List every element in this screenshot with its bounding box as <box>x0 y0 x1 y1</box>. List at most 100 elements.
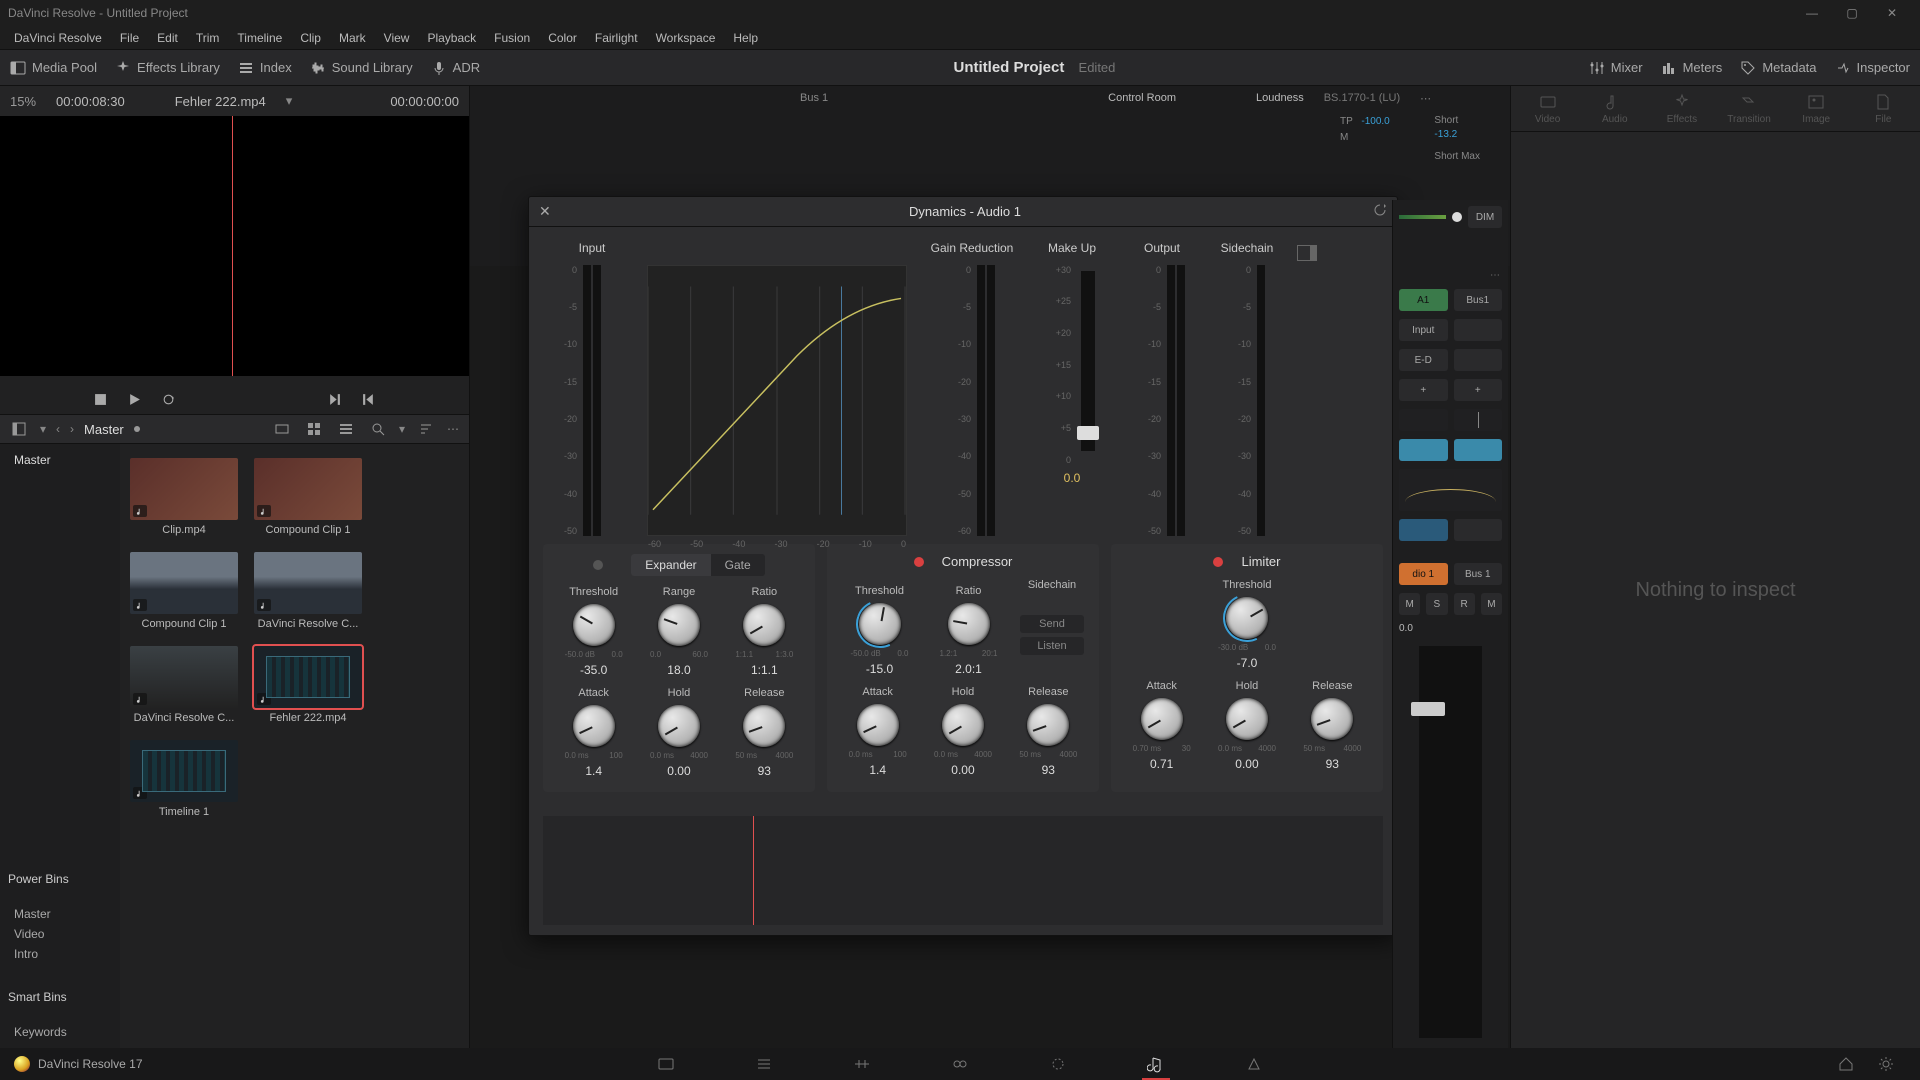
settings-gear-icon[interactable] <box>1872 1050 1900 1078</box>
knob-dial[interactable] <box>942 704 984 746</box>
viewer-clipname[interactable]: Fehler 222.mp4 <box>175 94 266 109</box>
knob-dial[interactable] <box>1311 698 1353 740</box>
effects-slot[interactable]: E-D <box>1399 349 1448 371</box>
power-bins-header[interactable]: Power Bins <box>8 872 112 886</box>
msr-m[interactable]: M <box>1399 593 1420 615</box>
menu-fairlight[interactable]: Fairlight <box>587 28 646 48</box>
play-button[interactable] <box>124 388 146 410</box>
pool-search-icon[interactable] <box>367 418 389 440</box>
menu-davinci-resolve[interactable]: DaVinci Resolve <box>6 28 110 48</box>
menu-mark[interactable]: Mark <box>331 28 374 48</box>
fader-handle[interactable] <box>1411 702 1445 716</box>
pool-grid-icon[interactable] <box>303 418 325 440</box>
power-bin-item[interactable]: Video <box>8 924 112 944</box>
power-bin-item[interactable]: Master <box>8 904 112 924</box>
pool-filmstrip-icon[interactable] <box>271 418 293 440</box>
clip-thumb[interactable]: Compound Clip 1 <box>130 552 238 630</box>
knob-dial[interactable] <box>948 603 990 645</box>
smart-bin-item[interactable]: Keywords <box>8 1022 112 1042</box>
home-icon[interactable] <box>1832 1050 1860 1078</box>
inspector-tab-effects[interactable]: Effects <box>1653 92 1711 125</box>
knob-dial[interactable] <box>743 604 785 646</box>
viewer-playhead[interactable] <box>232 116 233 376</box>
fairlight-page-icon[interactable] <box>1142 1050 1170 1078</box>
loop-button[interactable] <box>158 388 180 410</box>
clip-thumb[interactable]: Timeline 1 <box>130 740 238 818</box>
expander-enable-dot[interactable] <box>593 560 603 570</box>
clip-thumb[interactable]: Compound Clip 1 <box>254 458 362 536</box>
channel-fader[interactable] <box>1419 646 1482 1038</box>
menu-view[interactable]: View <box>376 28 418 48</box>
bus-assign[interactable] <box>1399 439 1448 461</box>
menu-file[interactable]: File <box>112 28 147 48</box>
dynamics-curve[interactable]: -60-50-40-30-20-100 <box>647 265 907 536</box>
menu-help[interactable]: Help <box>725 28 766 48</box>
menu-trim[interactable]: Trim <box>188 28 228 48</box>
bus-chip[interactable]: Bus 1 <box>1454 563 1503 585</box>
expander-tab[interactable]: Expander <box>631 554 710 576</box>
insert-plus[interactable]: + <box>1399 379 1448 401</box>
menu-clip[interactable]: Clip <box>292 28 329 48</box>
knob-dial[interactable] <box>573 705 615 747</box>
menu-playback[interactable]: Playback <box>419 28 484 48</box>
knob-dial[interactable] <box>743 705 785 747</box>
inspector-tab-audio[interactable]: Audio <box>1586 92 1644 125</box>
eq-curve-thumb[interactable] <box>1399 469 1502 511</box>
next-button[interactable] <box>324 388 346 410</box>
knob-dial[interactable] <box>1027 704 1069 746</box>
msr-r[interactable]: R <box>1454 593 1475 615</box>
clip-thumb[interactable]: DaVinci Resolve C... <box>130 646 238 724</box>
knob-dial[interactable] <box>1226 698 1268 740</box>
menu-fusion[interactable]: Fusion <box>486 28 538 48</box>
makeup-handle[interactable] <box>1077 426 1099 440</box>
adr-toggle[interactable]: ADR <box>431 60 480 76</box>
knob-dial[interactable] <box>658 705 700 747</box>
media-page-icon[interactable] <box>652 1050 680 1078</box>
dialog-reset-icon[interactable] <box>1373 203 1387 220</box>
dyn-thumb[interactable] <box>1399 519 1448 541</box>
mixer-toggle[interactable]: Mixer <box>1589 60 1643 76</box>
input-button[interactable]: Input <box>1399 319 1448 341</box>
dialog-playhead[interactable] <box>753 816 754 925</box>
compressor-enable-dot[interactable] <box>914 557 924 567</box>
bus-button[interactable]: Bus1 <box>1454 289 1503 311</box>
index-toggle[interactable]: Index <box>238 60 292 76</box>
pan-knob[interactable] <box>1399 409 1448 431</box>
dialog-timeline[interactable] <box>543 816 1383 925</box>
clip-thumb[interactable]: DaVinci Resolve C... <box>254 552 362 630</box>
clip-thumb[interactable]: Fehler 222.mp4 <box>254 646 362 724</box>
sidechain-send[interactable]: Send <box>1020 615 1084 633</box>
pool-bin-name[interactable]: Master <box>84 422 124 437</box>
inspector-tab-video[interactable]: Video <box>1519 92 1577 125</box>
dim-button[interactable]: DIM <box>1468 206 1502 228</box>
bus-mute[interactable]: M <box>1481 593 1502 615</box>
pool-layout-icon[interactable] <box>8 418 30 440</box>
expander-gate-tabs[interactable]: Expander Gate <box>631 554 764 576</box>
track-a1[interactable]: A1 <box>1399 289 1448 311</box>
viewer-zoom[interactable]: 15% <box>10 94 36 109</box>
pan-knob-2[interactable] <box>1454 409 1503 431</box>
insert-plus-2[interactable]: + <box>1454 379 1503 401</box>
meters-toggle[interactable]: Meters <box>1661 60 1723 76</box>
close-button[interactable]: ✕ <box>1872 0 1912 26</box>
knob-dial[interactable] <box>658 604 700 646</box>
inspector-toggle[interactable]: Inspector <box>1835 60 1910 76</box>
knob-dial[interactable] <box>573 604 615 646</box>
pool-sort-icon[interactable] <box>415 418 437 440</box>
edit-page-icon[interactable] <box>848 1050 876 1078</box>
sound-library-toggle[interactable]: Sound Library <box>310 60 413 76</box>
knob-dial[interactable] <box>859 603 901 645</box>
inspector-tab-file[interactable]: File <box>1854 92 1912 125</box>
minimize-button[interactable]: — <box>1792 0 1832 26</box>
stop-button[interactable] <box>90 388 112 410</box>
gate-tab[interactable]: Gate <box>711 554 765 576</box>
limiter-enable-dot[interactable] <box>1213 557 1223 567</box>
menu-color[interactable]: Color <box>540 28 585 48</box>
maximize-button[interactable]: ▢ <box>1832 0 1872 26</box>
clip-thumb[interactable]: Clip.mp4 <box>130 458 238 536</box>
bin-master[interactable]: Master <box>8 450 112 470</box>
knob-dial[interactable] <box>857 704 899 746</box>
source-viewer[interactable] <box>0 116 469 376</box>
menu-timeline[interactable]: Timeline <box>229 28 290 48</box>
menu-edit[interactable]: Edit <box>149 28 186 48</box>
